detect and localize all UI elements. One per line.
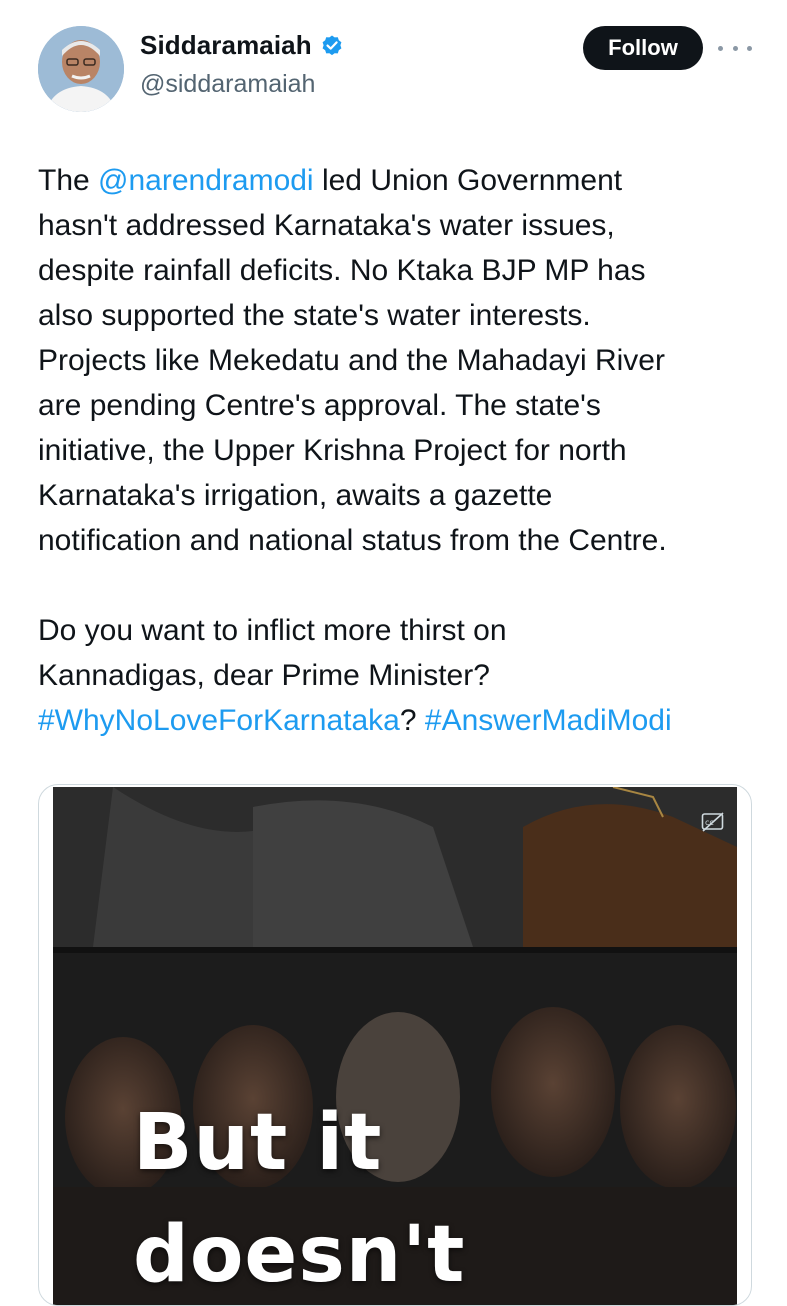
tweet-line: Kannadigas, dear Prime Minister? xyxy=(38,659,490,692)
tweet-text: The @narendramodi led Union Government h… xyxy=(38,158,768,743)
video-overlay-text: But it doesn't xyxy=(133,1098,466,1300)
tweet-line: hasn't addressed Karnataka's water issue… xyxy=(38,209,615,242)
more-dot xyxy=(732,45,738,51)
verified-badge-icon[interactable] xyxy=(320,34,344,58)
tweet-header: Siddaramaiah @siddaramaiah Follow xyxy=(0,0,787,120)
media-card[interactable]: cc But it doesn't xyxy=(38,784,752,1306)
tweet-line: The @narendramodi led Union Government xyxy=(38,158,768,203)
tweet-line: notification and national status from th… xyxy=(38,524,667,557)
tweet-line: are pending Centre's approval. The state… xyxy=(38,389,601,422)
tweet-line: Do you want to inflict more thirst on xyxy=(38,614,507,647)
closed-captions-icon[interactable]: cc xyxy=(701,811,725,833)
tweet-line: despite rainfall deficits. No Ktaka BJP … xyxy=(38,254,646,287)
follow-button[interactable]: Follow xyxy=(583,26,703,70)
more-options-icon[interactable] xyxy=(718,38,752,58)
avatar[interactable] xyxy=(38,26,124,112)
tweet-line: Projects like Mekedatu and the Mahadayi … xyxy=(38,344,665,377)
display-name[interactable]: Siddaramaiah xyxy=(140,30,312,61)
mention-link[interactable]: @narendramodi xyxy=(98,164,314,197)
tweet-line: Karnataka's irrigation, awaits a gazette xyxy=(38,479,553,512)
text-segment: ? xyxy=(399,704,425,737)
tweet-line: also supported the state's water interes… xyxy=(38,299,591,332)
avatar-portrait xyxy=(38,26,124,112)
text-segment: led Union Government xyxy=(313,164,623,197)
tweet-line: initiative, the Upper Krishna Project fo… xyxy=(38,434,627,467)
more-dot xyxy=(718,45,723,51)
hashtag-link[interactable]: #WhyNoLoveForKarnataka xyxy=(38,704,400,737)
user-handle[interactable]: @siddaramaiah xyxy=(140,70,315,99)
name-row: Siddaramaiah xyxy=(140,30,344,61)
more-dot xyxy=(747,45,752,51)
tweet-line: #WhyNoLoveForKarnataka? #AnswerMadiModi xyxy=(38,698,768,743)
video-player[interactable]: cc But it doesn't xyxy=(53,787,737,1305)
text-segment: The xyxy=(38,164,99,197)
hashtag-link[interactable]: #AnswerMadiModi xyxy=(425,704,672,737)
